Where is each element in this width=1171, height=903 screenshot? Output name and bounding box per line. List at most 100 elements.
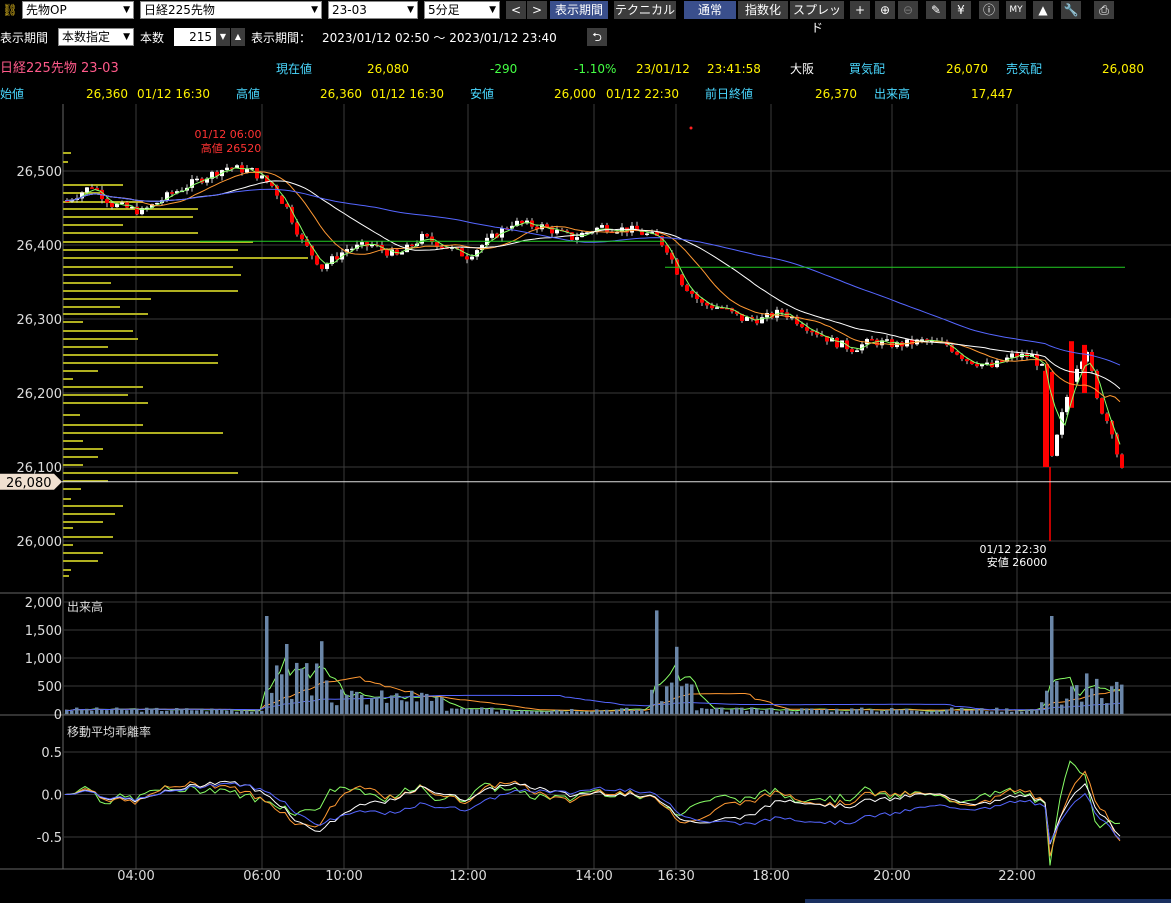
volume-bar [215,709,219,714]
candle-body [260,175,264,179]
volume-bar [1055,681,1059,714]
volume-profile-bar [63,338,138,340]
candle-body [575,237,579,240]
deviation-tick-label: 0.0 [41,789,62,804]
price-tick-label: 26,500 [17,165,63,180]
print-icon[interactable]: ⎙ [1094,1,1114,19]
index-button[interactable]: 指数化 [738,1,788,19]
candle-body [255,168,259,179]
candle-body [245,168,249,173]
ma-long-line [64,188,1121,366]
candle-body [1065,396,1069,413]
interval-select[interactable]: 5分足 ▼ [424,1,500,19]
time-tick-label: 12:00 [449,869,486,884]
pencil-icon[interactable]: ✎ [926,1,946,19]
candle-body [425,233,429,237]
mountain-icon[interactable]: ▲ [1033,1,1053,19]
volume-bar [515,711,519,714]
volume-bar [890,708,894,714]
volume-bar [665,686,669,714]
candle-body [490,233,494,238]
volume-bar [935,710,939,714]
volume-bar [560,710,564,714]
volume-profile-bar [63,569,71,571]
volume-bar [125,710,129,714]
volume-profile-bar [63,306,120,308]
candle-body [225,167,229,171]
normal-button[interactable]: 通常 [684,1,736,19]
display-period-button[interactable]: 表示期間 [550,1,608,19]
time-tick-label: 06:00 [243,869,280,884]
volume-bar [395,693,399,714]
volume-bar [635,709,639,714]
volume-bar [410,690,414,714]
zoom-out-icon[interactable]: ⊖ [898,1,918,19]
volume-profile-bar [63,282,111,284]
spread-button[interactable]: スプレッド [790,1,844,35]
stepper-up-icon[interactable]: ▲ [231,28,245,46]
volume-bar [745,710,749,714]
stepper-down-icon[interactable]: ▼ [216,28,230,46]
candle-body [850,349,854,352]
volume-bar [995,707,999,714]
volume-bar [310,695,314,714]
my-icon[interactable]: MY [1006,1,1026,19]
volume-profile-bar [63,152,71,154]
volume-bar [1105,703,1109,714]
chevron-down-icon: ▼ [407,5,414,15]
zoom-in-icon[interactable]: ⊕ [875,1,895,19]
chevron-down-icon: ▼ [311,5,318,15]
count-input[interactable]: 215 [174,28,216,46]
volume-bar [400,700,404,714]
price-tick-label: 26,400 [17,239,63,254]
volume-bar [1000,711,1004,714]
product-type-select[interactable]: 先物OP ▼ [22,1,134,19]
volume-profile-bar [63,386,143,388]
volume-bar [160,711,164,714]
volume-bar [220,709,224,714]
crosshair-icon[interactable]: + [850,1,870,19]
volume-label: 出来高 [874,87,911,101]
link-icon[interactable]: ⛓ [0,1,20,19]
volume-bar [755,708,759,714]
volume-bar [630,710,634,714]
volume-bar [255,709,259,714]
volume-profile-bar [63,527,73,529]
candle-body [1120,454,1124,468]
volume-bar [885,710,889,714]
technical-button[interactable]: テクニカル [614,1,676,19]
volume-profile-bar [63,498,71,500]
volume-bar [485,708,489,714]
bid-value: 26,070 [946,62,988,76]
yen-icon[interactable]: ¥ [951,1,971,19]
volume-bar [415,701,419,714]
wrench-icon[interactable]: 🔧 [1061,1,1081,19]
volume-bar [685,683,689,714]
candle-body [360,242,364,245]
volume-bar [325,680,329,714]
volume-bar [280,674,284,714]
chart-area[interactable]: 04:00 06:00 10:00 12:00 14:00 16:30 18:00 20:00… [0,104,1171,903]
candle-body [465,256,469,260]
volume-bar [475,709,479,714]
deviation-tick-label: 0.5 [41,746,62,761]
volume-profile-bar [63,544,73,546]
candle-body [110,203,114,208]
volume-bar [270,692,274,714]
change-pct-value: -1.10% [574,62,617,76]
period-mode-select[interactable]: 本数指定 ▼ [58,28,134,46]
volume-bar [825,709,829,714]
candle-body [800,324,804,328]
product-select[interactable]: 日経225先物 ▼ [140,1,322,19]
candle-body [85,187,89,193]
high-time: 01/12 16:30 [371,87,444,101]
volume-bar [480,707,484,714]
volume-bar [605,709,609,714]
volume-bar [815,709,819,714]
chevron-right-icon[interactable]: > [527,1,547,19]
chevron-left-icon[interactable]: < [506,1,526,19]
info-icon[interactable]: ⓘ [979,1,999,19]
reset-icon[interactable]: ⮌ [587,28,607,46]
contract-select[interactable]: 23-03 ▼ [328,1,418,19]
volume-bar [420,692,424,714]
